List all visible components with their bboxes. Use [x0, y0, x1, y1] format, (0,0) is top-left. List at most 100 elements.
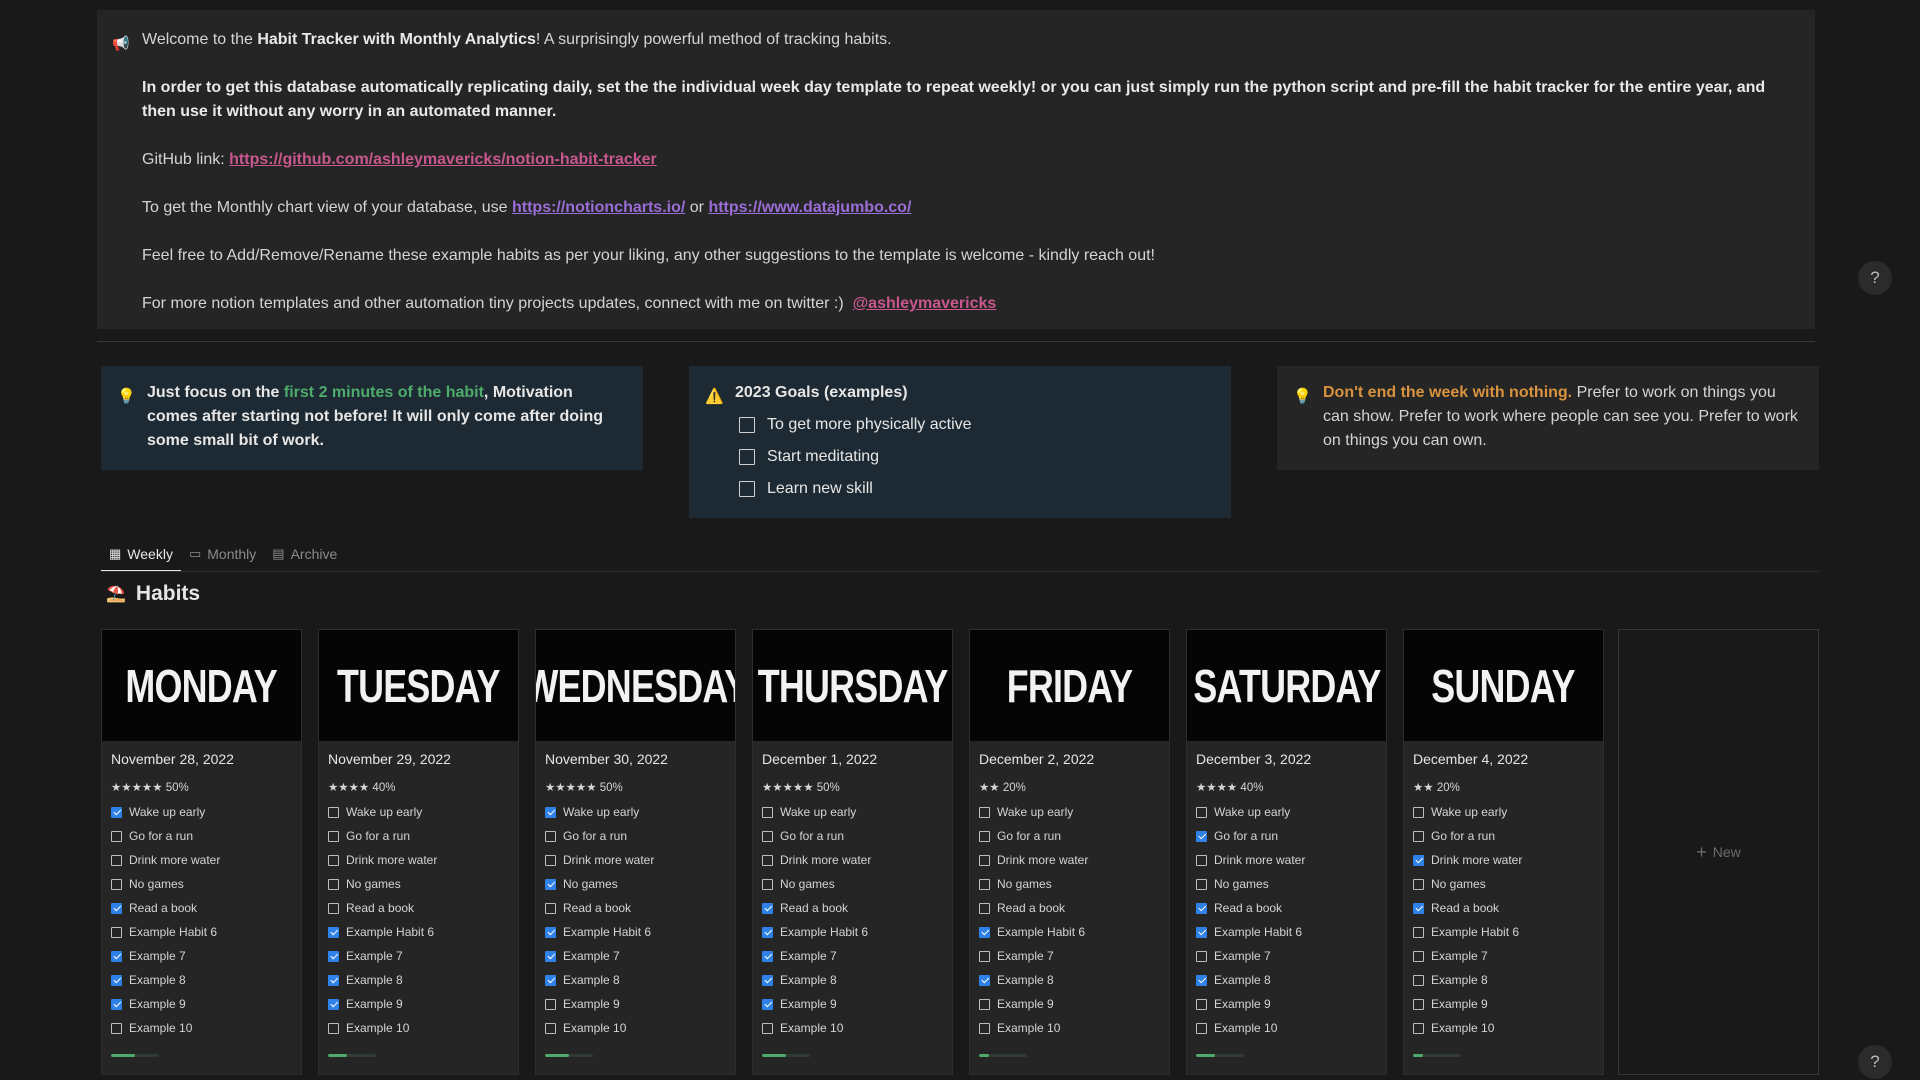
- habit-item[interactable]: Example 10: [979, 1016, 1160, 1040]
- habit-item[interactable]: Example 8: [1413, 968, 1594, 992]
- goal-item[interactable]: Learn new skill: [735, 473, 1213, 505]
- habit-item[interactable]: Example 8: [1196, 968, 1377, 992]
- habit-item[interactable]: Example 9: [111, 992, 292, 1016]
- habit-item[interactable]: Read a book: [979, 896, 1160, 920]
- habit-checkbox[interactable]: [762, 998, 773, 1010]
- habit-item[interactable]: No games: [545, 872, 726, 896]
- habit-checkbox[interactable]: [1196, 974, 1207, 986]
- habit-item[interactable]: Example 10: [1196, 1016, 1377, 1040]
- habit-checkbox[interactable]: [545, 854, 556, 866]
- habit-item[interactable]: No games: [328, 872, 509, 896]
- habit-checkbox[interactable]: [545, 926, 556, 938]
- habit-item[interactable]: Wake up early: [111, 800, 292, 824]
- habit-item[interactable]: Example 8: [545, 968, 726, 992]
- habit-item[interactable]: Example 9: [545, 992, 726, 1016]
- habit-checkbox[interactable]: [1413, 998, 1424, 1010]
- habit-checkbox[interactable]: [545, 806, 556, 818]
- habit-checkbox[interactable]: [545, 902, 556, 914]
- habit-checkbox[interactable]: [1196, 902, 1207, 914]
- habit-item[interactable]: Example 10: [1413, 1016, 1594, 1040]
- habit-checkbox[interactable]: [111, 854, 122, 866]
- habit-checkbox[interactable]: [1413, 830, 1424, 842]
- habit-checkbox[interactable]: [979, 830, 990, 842]
- habit-item[interactable]: Example 7: [328, 944, 509, 968]
- habit-checkbox[interactable]: [111, 950, 122, 962]
- habit-checkbox[interactable]: [1196, 806, 1207, 818]
- habit-item[interactable]: Example 9: [762, 992, 943, 1016]
- habit-checkbox[interactable]: [979, 926, 990, 938]
- habit-checkbox[interactable]: [1196, 950, 1207, 962]
- habit-checkbox[interactable]: [545, 998, 556, 1010]
- habit-checkbox[interactable]: [111, 974, 122, 986]
- habit-item[interactable]: Example 9: [328, 992, 509, 1016]
- habit-item[interactable]: Example 8: [328, 968, 509, 992]
- habit-checkbox[interactable]: [328, 806, 339, 818]
- habit-checkbox[interactable]: [762, 974, 773, 986]
- habit-checkbox[interactable]: [545, 878, 556, 890]
- habit-item[interactable]: Go for a run: [328, 824, 509, 848]
- habit-checkbox[interactable]: [762, 878, 773, 890]
- habit-item[interactable]: Wake up early: [328, 800, 509, 824]
- habit-checkbox[interactable]: [979, 806, 990, 818]
- day-card[interactable]: WEDNESDAY November 30, 2022 ★★★★★ 50% Wake …: [535, 629, 736, 1075]
- habit-item[interactable]: Drink more water: [111, 848, 292, 872]
- habit-checkbox[interactable]: [1413, 950, 1424, 962]
- habit-item[interactable]: Wake up early: [762, 800, 943, 824]
- habit-checkbox[interactable]: [328, 1022, 339, 1034]
- habit-checkbox[interactable]: [545, 950, 556, 962]
- habit-item[interactable]: No games: [1413, 872, 1594, 896]
- day-card[interactable]: THURSDAY December 1, 2022 ★★★★★ 50% Wake up…: [752, 629, 953, 1075]
- habit-item[interactable]: Example Habit 6: [1196, 920, 1377, 944]
- day-card[interactable]: MONDAY November 28, 2022 ★★★★★ 50% Wake up …: [101, 629, 302, 1075]
- twitter-link[interactable]: @ashleymavericks: [853, 295, 997, 312]
- habit-checkbox[interactable]: [762, 1022, 773, 1034]
- habit-item[interactable]: Example 10: [328, 1016, 509, 1040]
- habit-item[interactable]: Drink more water: [545, 848, 726, 872]
- habit-item[interactable]: Example 8: [762, 968, 943, 992]
- habit-item[interactable]: Go for a run: [111, 824, 292, 848]
- goal-item[interactable]: Start meditating: [735, 441, 1213, 473]
- habit-checkbox[interactable]: [1196, 1022, 1207, 1034]
- habit-checkbox[interactable]: [111, 830, 122, 842]
- habit-item[interactable]: Example 7: [1413, 944, 1594, 968]
- habit-item[interactable]: Wake up early: [1196, 800, 1377, 824]
- habit-checkbox[interactable]: [1196, 830, 1207, 842]
- habit-item[interactable]: Example 7: [979, 944, 1160, 968]
- habit-checkbox[interactable]: [328, 902, 339, 914]
- habit-item[interactable]: Go for a run: [762, 824, 943, 848]
- notioncharts-link[interactable]: https://notioncharts.io/: [512, 199, 685, 216]
- habit-item[interactable]: Example Habit 6: [1413, 920, 1594, 944]
- habit-item[interactable]: Wake up early: [545, 800, 726, 824]
- goal-item[interactable]: To get more physically active: [735, 409, 1213, 441]
- checkbox[interactable]: [739, 449, 755, 465]
- habit-checkbox[interactable]: [1196, 998, 1207, 1010]
- habit-item[interactable]: Example 10: [545, 1016, 726, 1040]
- habit-item[interactable]: Example 9: [1413, 992, 1594, 1016]
- habit-checkbox[interactable]: [111, 878, 122, 890]
- habit-item[interactable]: Example 10: [111, 1016, 292, 1040]
- habit-checkbox[interactable]: [762, 806, 773, 818]
- habit-checkbox[interactable]: [328, 926, 339, 938]
- habit-checkbox[interactable]: [328, 878, 339, 890]
- habit-item[interactable]: Example Habit 6: [545, 920, 726, 944]
- habit-item[interactable]: Read a book: [1413, 896, 1594, 920]
- habit-item[interactable]: Example Habit 6: [111, 920, 292, 944]
- habit-checkbox[interactable]: [979, 878, 990, 890]
- habit-checkbox[interactable]: [762, 926, 773, 938]
- habit-item[interactable]: Go for a run: [1196, 824, 1377, 848]
- habit-checkbox[interactable]: [1196, 854, 1207, 866]
- habit-checkbox[interactable]: [328, 974, 339, 986]
- help-button-bottom[interactable]: ?: [1858, 1045, 1892, 1079]
- habit-item[interactable]: Drink more water: [1196, 848, 1377, 872]
- habit-item[interactable]: Example 9: [1196, 992, 1377, 1016]
- habit-item[interactable]: Example Habit 6: [979, 920, 1160, 944]
- habit-item[interactable]: Go for a run: [545, 824, 726, 848]
- habit-checkbox[interactable]: [979, 854, 990, 866]
- habit-item[interactable]: Example 7: [1196, 944, 1377, 968]
- habit-item[interactable]: Example Habit 6: [762, 920, 943, 944]
- new-card-button[interactable]: + New: [1618, 629, 1819, 1075]
- habit-checkbox[interactable]: [1413, 854, 1424, 866]
- habit-item[interactable]: Wake up early: [1413, 800, 1594, 824]
- habit-item[interactable]: Drink more water: [1413, 848, 1594, 872]
- habit-item[interactable]: No games: [111, 872, 292, 896]
